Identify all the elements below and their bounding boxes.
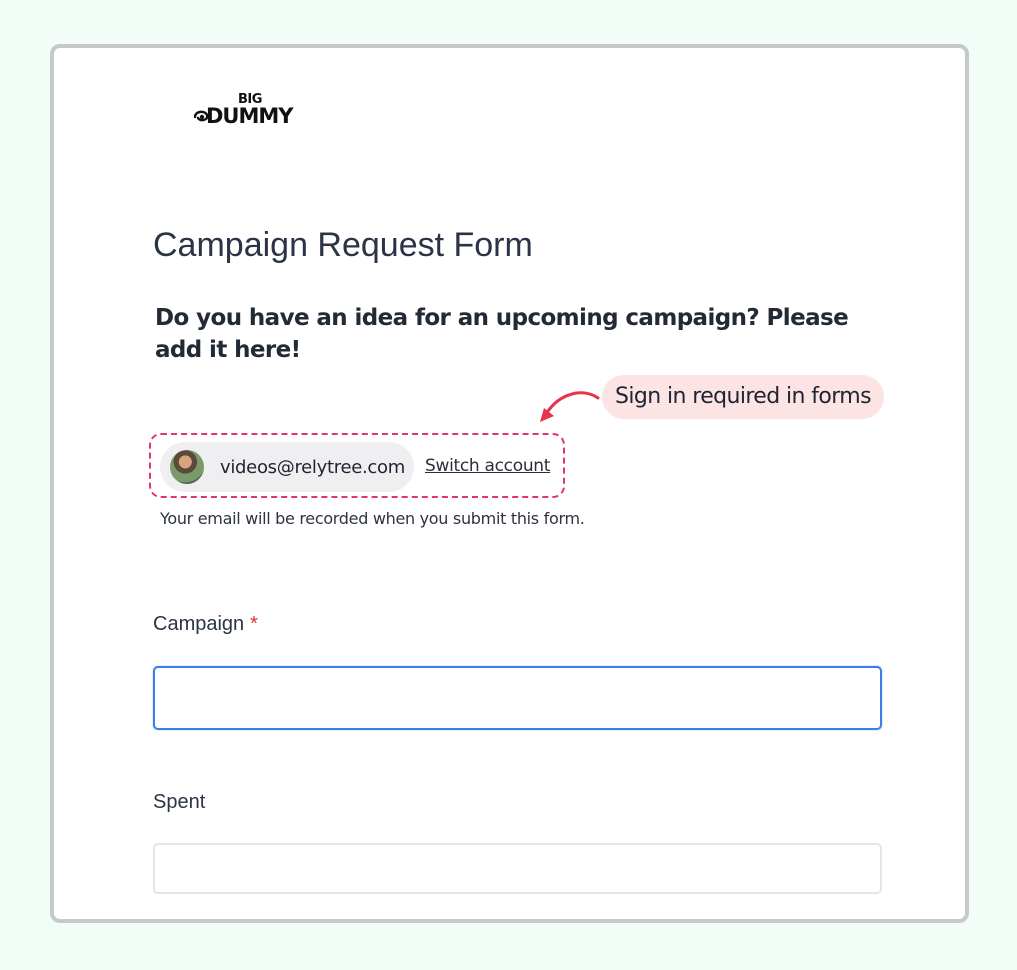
spent-input[interactable] xyxy=(153,843,882,894)
spent-field-label: Spent xyxy=(153,791,205,814)
annotation-callout: Sign in required in forms xyxy=(602,375,885,419)
brand-logo: BIG DUMMY xyxy=(192,92,312,132)
spent-label-text: Spent xyxy=(153,791,206,813)
logo-text-main: DUMMY xyxy=(206,104,293,128)
campaign-label-text: Campaign xyxy=(153,613,245,635)
campaign-input[interactable] xyxy=(153,666,882,730)
annotation-arrow-icon xyxy=(540,391,600,422)
signed-in-account-chip: videos@relytree.com xyxy=(160,442,414,492)
avatar xyxy=(170,450,204,484)
switch-account-link[interactable]: Switch account xyxy=(425,456,550,476)
form-window: BIG DUMMY Campaign Request Form Do you h… xyxy=(50,44,969,923)
form-title: Campaign Request Form xyxy=(153,226,533,264)
campaign-field-label: Campaign * xyxy=(153,613,258,636)
required-asterisk: * xyxy=(250,613,258,635)
email-recording-note: Your email will be recorded when you sub… xyxy=(160,509,585,528)
form-description: Do you have an idea for an upcoming camp… xyxy=(155,305,849,363)
account-email: videos@relytree.com xyxy=(220,456,405,478)
